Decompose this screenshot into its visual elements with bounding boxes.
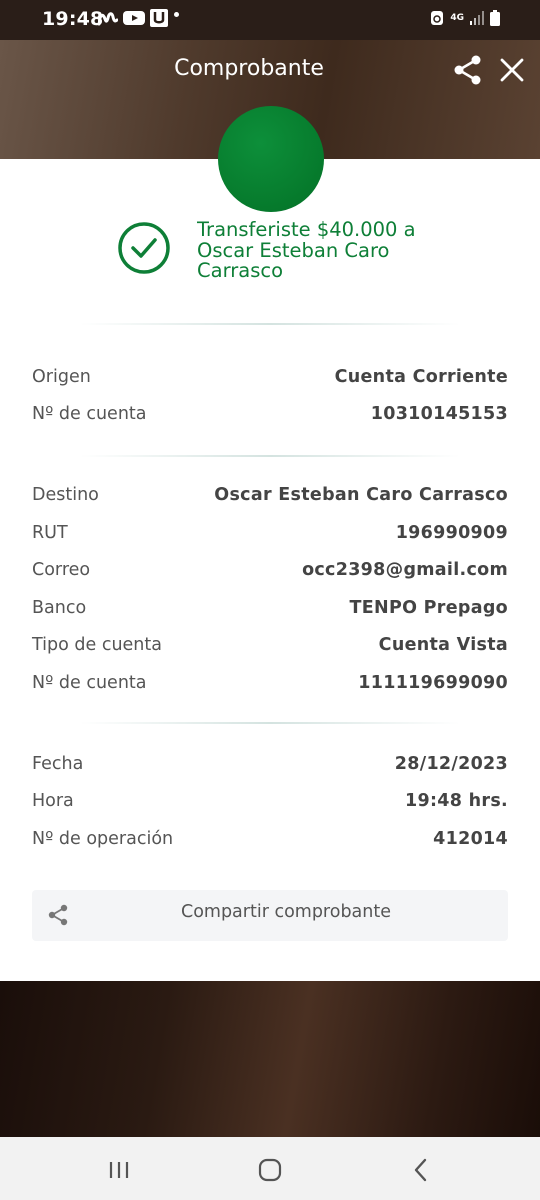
navigation-bar: [0, 1137, 540, 1200]
divider: [80, 323, 460, 325]
destination-account-row: Nº de cuenta 111119699090: [32, 669, 508, 697]
status-icons-left: [98, 9, 168, 27]
rut-row: RUT 196990909: [32, 519, 508, 547]
battery-icon: [490, 10, 500, 26]
origin-value: Cuenta Corriente: [334, 367, 508, 387]
success-text: Transferiste $40.000 a Oscar Esteban Car…: [197, 220, 416, 280]
youtube-icon: [123, 10, 145, 26]
operation-number-value: 412014: [433, 829, 508, 849]
operation-number-row: Nº de operación 412014: [32, 825, 508, 853]
page-title: Comprobante: [174, 56, 324, 81]
origin-account-value: 10310145153: [370, 404, 508, 424]
bank-row: Banco TENPO Prepago: [32, 594, 508, 622]
origin-row: Origen Cuenta Corriente: [32, 363, 508, 391]
status-bar: 19:48 4G: [0, 0, 540, 40]
back-icon[interactable]: [406, 1155, 436, 1185]
account-type-value: Cuenta Vista: [378, 635, 508, 655]
destination-account-label: Nº de cuenta: [32, 673, 147, 693]
email-label: Correo: [32, 560, 91, 580]
check-circle-icon: [116, 220, 172, 276]
destination-value: Oscar Esteban Caro Carrasco: [214, 485, 508, 505]
account-type-row: Tipo de cuenta Cuenta Vista: [32, 631, 508, 659]
time-row: Hora 19:48 hrs.: [32, 787, 508, 815]
origin-account-row: Nº de cuenta 10310145153: [32, 400, 508, 428]
share-receipt-button[interactable]: Compartir comprobante: [32, 890, 508, 941]
time-value: 19:48 hrs.: [405, 791, 508, 811]
time-label: Hora: [32, 791, 74, 811]
status-icons-right: 4G: [430, 10, 500, 26]
recycle-icon: [430, 10, 444, 26]
destination-row: Destino Oscar Esteban Caro Carrasco: [32, 481, 508, 509]
date-value: 28/12/2023: [394, 754, 508, 774]
divider: [80, 455, 460, 457]
movistar-icon: [98, 10, 118, 26]
rut-value: 196990909: [395, 523, 508, 543]
success-message: Transferiste $40.000 a Oscar Esteban Car…: [116, 218, 436, 280]
status-time: 19:48: [42, 8, 104, 30]
share-icon[interactable]: [452, 54, 484, 86]
network-label: 4G: [450, 13, 464, 23]
origin-label: Origen: [32, 367, 91, 387]
u-app-icon: [150, 9, 168, 27]
rut-label: RUT: [32, 523, 68, 543]
date-label: Fecha: [32, 754, 84, 774]
email-row: Correo occ2398@gmail.com: [32, 556, 508, 584]
divider: [80, 722, 460, 724]
destination-account-value: 111119699090: [358, 673, 508, 693]
origin-account-label: Nº de cuenta: [32, 404, 147, 424]
status-circle: [218, 106, 324, 212]
recent-apps-icon[interactable]: [104, 1155, 134, 1185]
home-icon[interactable]: [255, 1155, 285, 1185]
signal-icon: [470, 11, 484, 25]
account-type-label: Tipo de cuenta: [32, 635, 162, 655]
network-4g-icon: 4G: [450, 13, 464, 23]
notification-dot: [174, 12, 179, 17]
bank-label: Banco: [32, 598, 87, 618]
date-row: Fecha 28/12/2023: [32, 750, 508, 778]
share-receipt-label: Compartir comprobante: [180, 902, 392, 922]
close-icon[interactable]: [498, 56, 526, 84]
email-value: occ2398@gmail.com: [302, 560, 508, 580]
destination-label: Destino: [32, 485, 99, 505]
bank-value: TENPO Prepago: [349, 598, 508, 618]
operation-number-label: Nº de operación: [32, 829, 174, 849]
background-overlay: [0, 981, 540, 1137]
